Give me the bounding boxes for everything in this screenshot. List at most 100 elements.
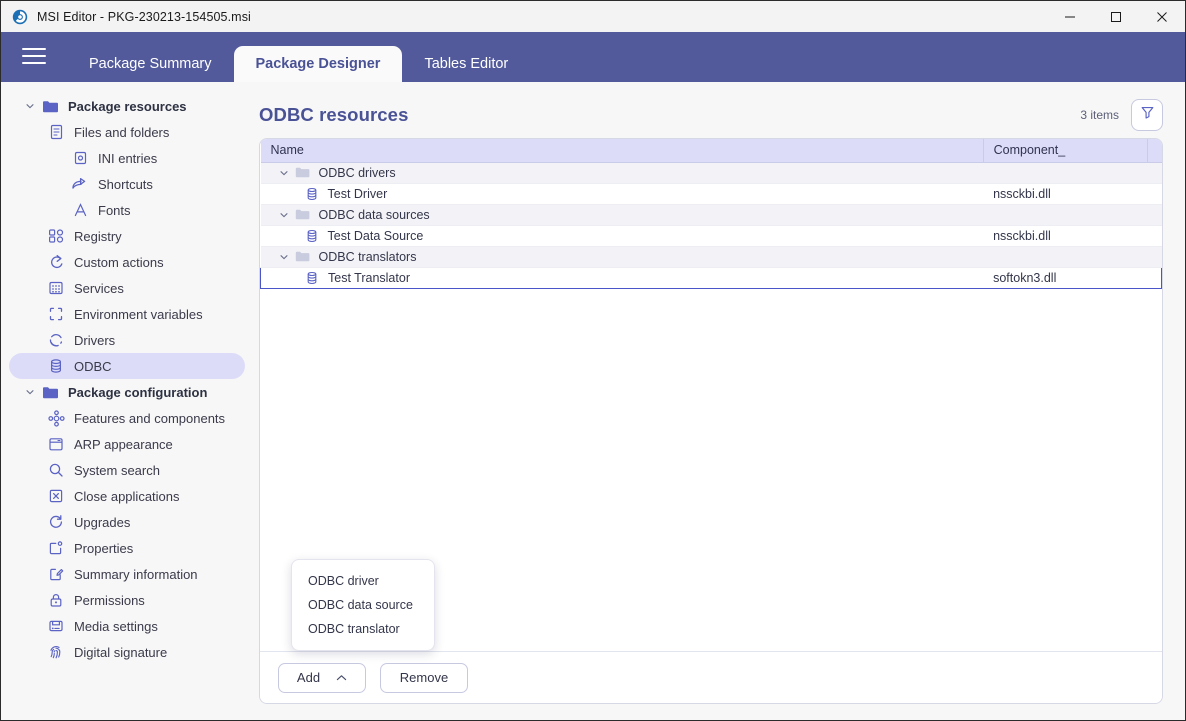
msi-editor-logo-icon: [12, 9, 28, 25]
custom-action-icon: [45, 253, 67, 271]
cell-spacer: [1147, 225, 1162, 247]
sidebar-item-package-resources[interactable]: Package resources: [9, 93, 245, 119]
table-header-row: Name Component_: [260, 139, 1162, 163]
main-content: ODBC resources 3 items Name Component_ O…: [253, 82, 1185, 720]
remove-button[interactable]: Remove: [380, 662, 468, 693]
page-title: ODBC resources: [259, 104, 409, 125]
title-bar: MSI Editor - PKG-230213-154505.msi: [1, 1, 1185, 32]
tab-tables-editor[interactable]: Tables Editor: [402, 46, 530, 82]
folder-icon: [39, 97, 61, 115]
cell-spacer: [1147, 162, 1162, 184]
cell-name: Test Translator: [260, 266, 984, 289]
window-controls: [1047, 1, 1185, 32]
cell-spacer: [1147, 204, 1162, 226]
sidebar-item-media-settings[interactable]: Media settings: [9, 613, 245, 639]
sidebar-item-label: Custom actions: [74, 254, 164, 270]
tab-package-designer[interactable]: Package Designer: [233, 46, 403, 82]
column-header-name[interactable]: Name: [260, 139, 984, 163]
services-icon: [45, 279, 67, 297]
sidebar-item-label: Fonts: [98, 202, 131, 218]
add-button-label: Add: [296, 670, 321, 685]
body-area: Package resources Files and folders INI …: [1, 82, 1185, 720]
arp-icon: [45, 435, 67, 453]
remove-button-label: Remove: [399, 670, 449, 685]
sidebar-item-environment-variables[interactable]: Environment variables: [9, 301, 245, 327]
sidebar-item-upgrades[interactable]: Upgrades: [9, 509, 245, 535]
tab-list: Package Summary Package Designer Tables …: [67, 32, 530, 82]
column-header-component[interactable]: Component_: [983, 139, 1148, 163]
sidebar-item-label: Services: [74, 280, 124, 296]
hamburger-menu-icon[interactable]: [22, 46, 46, 66]
table-row[interactable]: ODBC translators: [260, 246, 1162, 268]
panel-toolbar: Add Remove: [260, 651, 1162, 703]
sidebar-item-permissions[interactable]: Permissions: [9, 587, 245, 613]
sidebar-item-files-and-folders[interactable]: Files and folders: [9, 119, 245, 145]
maximize-button[interactable]: [1093, 1, 1139, 32]
fingerprint-icon: [45, 643, 67, 661]
title-bar-left: MSI Editor - PKG-230213-154505.msi: [1, 9, 251, 25]
sidebar-item-services[interactable]: Services: [9, 275, 245, 301]
sidebar-item-features-and-components[interactable]: Features and components: [9, 405, 245, 431]
close-button[interactable]: [1139, 1, 1185, 32]
sidebar-item-summary-information[interactable]: Summary information: [9, 561, 245, 587]
content-header-actions: 3 items: [1080, 99, 1163, 131]
menu-item-odbc-translator[interactable]: ODBC translator: [292, 617, 434, 641]
chevron-down-icon[interactable]: [276, 210, 292, 220]
filter-funnel-icon: [1140, 105, 1155, 125]
window-title: MSI Editor - PKG-230213-154505.msi: [37, 9, 251, 24]
cell-spacer: [1147, 183, 1162, 205]
folder-icon: [292, 250, 314, 263]
odbc-resources-table: Name Component_ ODBC drivers Test Driver…: [260, 139, 1162, 289]
sidebar-item-drivers[interactable]: Drivers: [9, 327, 245, 353]
sidebar-item-properties[interactable]: Properties: [9, 535, 245, 561]
table-row[interactable]: Test Driver nssckbi.dll: [260, 183, 1162, 205]
chevron-down-icon[interactable]: [21, 101, 39, 111]
upgrades-icon: [45, 513, 67, 531]
item-count-label: 3 items: [1080, 108, 1119, 122]
cell-component: [983, 204, 1148, 226]
table-row[interactable]: ODBC data sources: [260, 204, 1162, 226]
minimize-button[interactable]: [1047, 1, 1093, 32]
chevron-down-icon[interactable]: [276, 168, 292, 178]
menu-item-odbc-data-source[interactable]: ODBC data source: [292, 593, 434, 617]
row-name-text: Test Data Source: [327, 228, 424, 243]
sidebar-item-label: Properties: [74, 540, 134, 556]
features-icon: [45, 409, 67, 427]
sidebar-item-label: Media settings: [74, 618, 158, 634]
sidebar-item-shortcuts[interactable]: Shortcuts: [9, 171, 245, 197]
shortcut-icon: [69, 175, 91, 193]
sidebar-item-label: Summary information: [74, 566, 198, 582]
ini-entry-icon: [69, 149, 91, 167]
menu-item-odbc-driver[interactable]: ODBC driver: [292, 569, 434, 593]
sidebar-item-package-configuration[interactable]: Package configuration: [9, 379, 245, 405]
app-window: MSI Editor - PKG-230213-154505.msi Packa…: [0, 0, 1186, 721]
sidebar-item-close-applications[interactable]: Close applications: [9, 483, 245, 509]
sidebar-item-custom-actions[interactable]: Custom actions: [9, 249, 245, 275]
tab-package-summary[interactable]: Package Summary: [67, 46, 234, 82]
sidebar-item-registry[interactable]: Registry: [9, 223, 245, 249]
add-button[interactable]: Add: [278, 662, 366, 693]
cell-spacer: [1147, 266, 1162, 289]
table-row[interactable]: ODBC drivers: [260, 162, 1162, 184]
sidebar-item-system-search[interactable]: System search: [9, 457, 245, 483]
database-icon: [301, 271, 323, 285]
table-row[interactable]: Test Translator softokn3.dll: [260, 266, 1162, 289]
sidebar-item-odbc[interactable]: ODBC: [9, 353, 245, 379]
odbc-resources-panel: Name Component_ ODBC drivers Test Driver…: [259, 138, 1163, 704]
sidebar-item-digital-signature[interactable]: Digital signature: [9, 639, 245, 665]
database-icon: [301, 229, 323, 243]
media-icon: [45, 617, 67, 635]
chevron-up-icon[interactable]: [336, 674, 347, 682]
table-row[interactable]: Test Data Source nssckbi.dll: [260, 225, 1162, 247]
chevron-down-icon[interactable]: [276, 252, 292, 262]
cell-spacer: [1147, 246, 1162, 268]
folder-icon: [292, 208, 314, 221]
folder-icon: [292, 166, 314, 179]
sidebar-item-fonts[interactable]: Fonts: [9, 197, 245, 223]
sidebar-item-label: Features and components: [74, 410, 226, 426]
sidebar-item-ini-entries[interactable]: INI entries: [9, 145, 245, 171]
odbc-icon: [45, 357, 67, 375]
sidebar-item-arp-appearance[interactable]: ARP appearance: [9, 431, 245, 457]
filter-button[interactable]: [1131, 99, 1163, 131]
chevron-down-icon[interactable]: [21, 387, 39, 397]
